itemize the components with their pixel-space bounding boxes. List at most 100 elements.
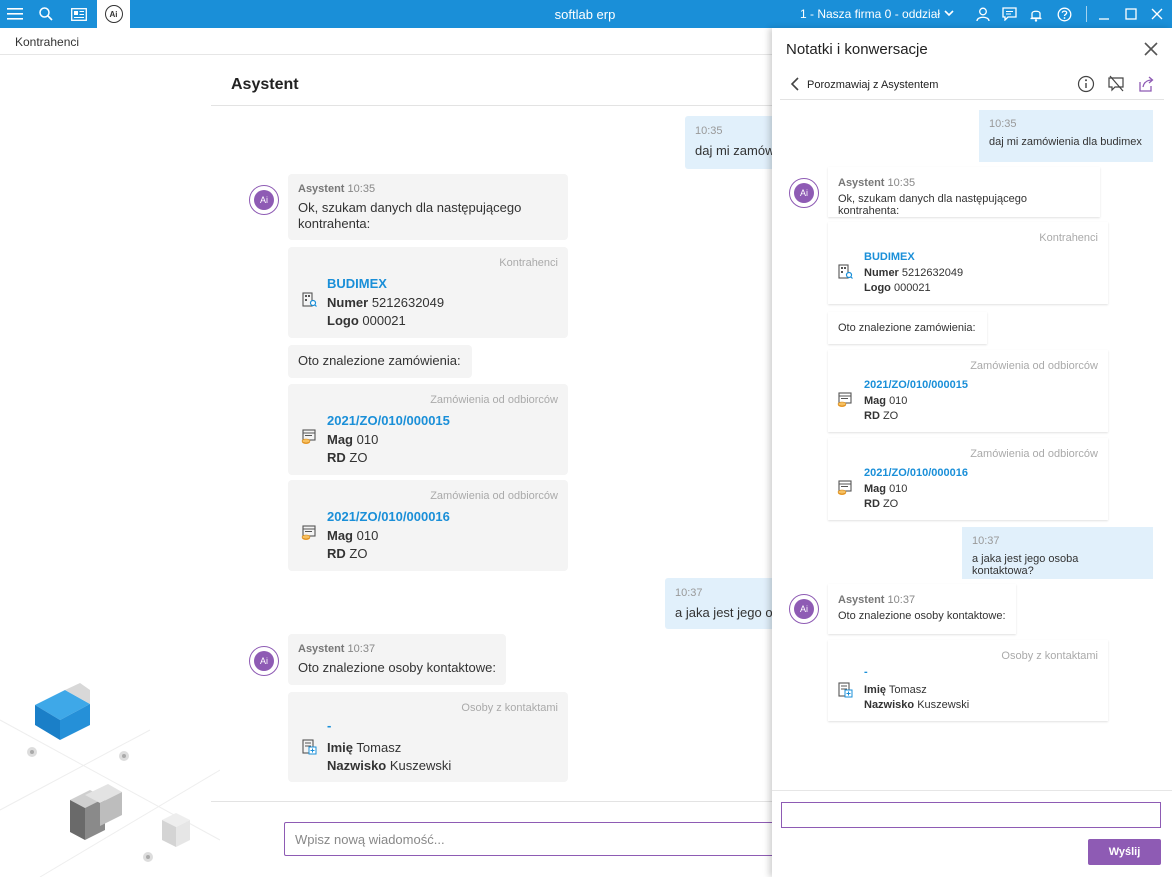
message-time: 10:35 xyxy=(695,125,723,137)
card-detail: Mag 010 xyxy=(864,483,908,495)
card-detail: RD ZO xyxy=(864,498,899,510)
order-icon xyxy=(837,392,853,411)
person-card-icon xyxy=(837,682,853,701)
card-title-link[interactable]: 2021/ZO/010/000016 xyxy=(327,509,450,524)
info-icon[interactable] xyxy=(1077,75,1095,96)
card-detail: Nazwisko Kuszewski xyxy=(327,758,452,773)
order-card[interactable]: Zamówienia od odbiorców 2021/ZO/010/0000… xyxy=(288,384,568,475)
message-header: Asystent 10:37 xyxy=(838,594,1006,606)
bell-icon[interactable] xyxy=(1021,0,1051,28)
card-detail: RD ZO xyxy=(327,546,368,561)
minimize-icon[interactable] xyxy=(1089,0,1119,28)
message-time: 10:37 xyxy=(887,594,916,606)
contractor-card[interactable]: Kontrahenci BUDIMEX Numer 5212632049 Log… xyxy=(288,247,568,338)
close-icon[interactable] xyxy=(1144,42,1158,59)
close-window-icon[interactable] xyxy=(1142,0,1172,28)
card-title-link[interactable]: BUDIMEX xyxy=(327,276,387,291)
message-header: Asystent 10:35 xyxy=(838,177,1090,189)
card-type: Osoby z kontaktami xyxy=(461,702,558,714)
ai-assistant-tab[interactable]: Ai xyxy=(97,0,130,28)
card-detail: Numer 5212632049 xyxy=(864,267,964,279)
contact-person-card[interactable]: Osoby z kontaktami - Imię Tomasz Nazwisk… xyxy=(828,640,1108,721)
panel-title: Notatki i konwersacje xyxy=(786,41,928,58)
message-time: 10:37 xyxy=(972,535,1000,547)
bot-message: Oto znalezione zamówienia: xyxy=(828,312,987,344)
card-detail: Numer 5212632049 xyxy=(327,295,445,310)
order-card[interactable]: Zamówienia od odbiorców 2021/ZO/010/0000… xyxy=(828,438,1108,520)
bot-message: Asystent 10:35 Ok, szukam danych dla nas… xyxy=(288,174,568,240)
building-icon xyxy=(837,264,853,283)
chat-icon[interactable] xyxy=(994,0,1024,28)
card-title-link[interactable]: 2021/ZO/010/000015 xyxy=(864,379,968,391)
menu-icon[interactable] xyxy=(0,0,30,28)
share-icon[interactable] xyxy=(1137,75,1155,96)
panel-message-input[interactable] xyxy=(781,802,1161,828)
app-title: softlab erp xyxy=(554,7,616,22)
card-detail: Imię Tomasz xyxy=(327,740,402,755)
message-text: Ok, szukam danych dla następującego kont… xyxy=(298,200,522,231)
card-type: Kontrahenci xyxy=(499,257,558,269)
decoration-image xyxy=(0,683,220,877)
contact-person-card[interactable]: Osoby z kontaktami - Imię Tomasz Nazwisk… xyxy=(288,692,568,782)
ai-avatar: Ai xyxy=(249,185,279,215)
card-type: Zamówienia od odbiorców xyxy=(970,360,1098,372)
notes-panel: Notatki i konwersacje Porozmawiaj z Asys… xyxy=(772,28,1172,877)
card-type: Zamówienia od odbiorców xyxy=(970,448,1098,460)
message-time: 10:37 xyxy=(675,587,703,599)
card-title-link[interactable]: 2021/ZO/010/000016 xyxy=(864,467,968,479)
order-card[interactable]: Zamówienia od odbiorców 2021/ZO/010/0000… xyxy=(828,350,1108,432)
bot-name: Asystent xyxy=(838,177,885,189)
contractor-card[interactable]: Kontrahenci BUDIMEX Numer 5212632049 Log… xyxy=(828,222,1108,304)
user-message: 10:35 daj mi zamów xyxy=(685,116,775,169)
card-detail: RD ZO xyxy=(327,450,368,465)
message-text: a jaka jest jego o xyxy=(675,605,773,620)
building-icon xyxy=(301,292,317,311)
card-title-link[interactable]: - xyxy=(327,718,331,733)
message-text: Oto znalezione osoby kontaktowe: xyxy=(838,610,1006,622)
message-time: 10:35 xyxy=(347,183,376,195)
send-button[interactable]: Wyślij xyxy=(1088,839,1161,865)
conversation-header: Porozmawiaj z Asystentem xyxy=(780,70,1164,100)
chevron-down-icon[interactable] xyxy=(943,6,955,23)
card-type: Zamówienia od odbiorców xyxy=(430,490,558,502)
bot-name: Asystent xyxy=(298,183,345,195)
news-icon[interactable] xyxy=(64,0,94,28)
help-icon[interactable] xyxy=(1049,0,1079,28)
hide-chat-icon[interactable] xyxy=(1107,75,1125,96)
ai-icon: Ai xyxy=(794,599,814,619)
divider xyxy=(0,54,772,55)
message-text: Oto znalezione zamówienia: xyxy=(838,322,976,334)
ai-icon: Ai xyxy=(254,651,274,671)
card-title-link[interactable]: 2021/ZO/010/000015 xyxy=(327,413,450,428)
message-text: a jaka jest jego osoba kontaktowa? xyxy=(972,553,1079,577)
card-detail: Logo 000021 xyxy=(864,282,931,294)
user-message: 10:37 a jaka jest jego o xyxy=(665,578,775,629)
bot-name: Asystent xyxy=(298,643,345,655)
company-selector[interactable]: 1 - Nasza firma 0 - oddział xyxy=(800,7,940,21)
card-type: Kontrahenci xyxy=(1039,232,1098,244)
card-title-link[interactable]: BUDIMEX xyxy=(864,251,915,263)
card-type: Zamówienia od odbiorców xyxy=(430,394,558,406)
order-card[interactable]: Zamówienia od odbiorców 2021/ZO/010/0000… xyxy=(288,480,568,571)
divider xyxy=(211,801,772,802)
message-input[interactable]: Wpisz nową wiadomość... xyxy=(284,822,784,856)
bot-message: Asystent 10:37 Oto znalezione osoby kont… xyxy=(288,634,506,685)
message-text: Oto znalezione zamówienia: xyxy=(298,353,461,368)
card-detail: Nazwisko Kuszewski xyxy=(864,699,970,711)
divider xyxy=(211,105,772,106)
search-icon[interactable] xyxy=(31,0,61,28)
message-header: Asystent 10:37 xyxy=(298,643,496,655)
ai-avatar: Ai xyxy=(789,178,819,208)
breadcrumb[interactable]: Kontrahenci xyxy=(15,35,79,49)
back-arrow-icon[interactable] xyxy=(790,76,800,95)
order-icon xyxy=(837,480,853,499)
title-bar: Ai softlab erp 1 - Nasza firma 0 - oddzi… xyxy=(0,0,1172,28)
message-time: 10:37 xyxy=(347,643,376,655)
bot-message: Oto znalezione zamówienia: xyxy=(288,345,472,378)
order-icon xyxy=(301,429,317,448)
card-detail: Mag 010 xyxy=(327,528,379,543)
person-card-icon xyxy=(301,739,317,758)
card-title-link[interactable]: - xyxy=(864,666,868,678)
message-header: Asystent 10:35 xyxy=(298,183,558,195)
ai-avatar: Ai xyxy=(249,646,279,676)
